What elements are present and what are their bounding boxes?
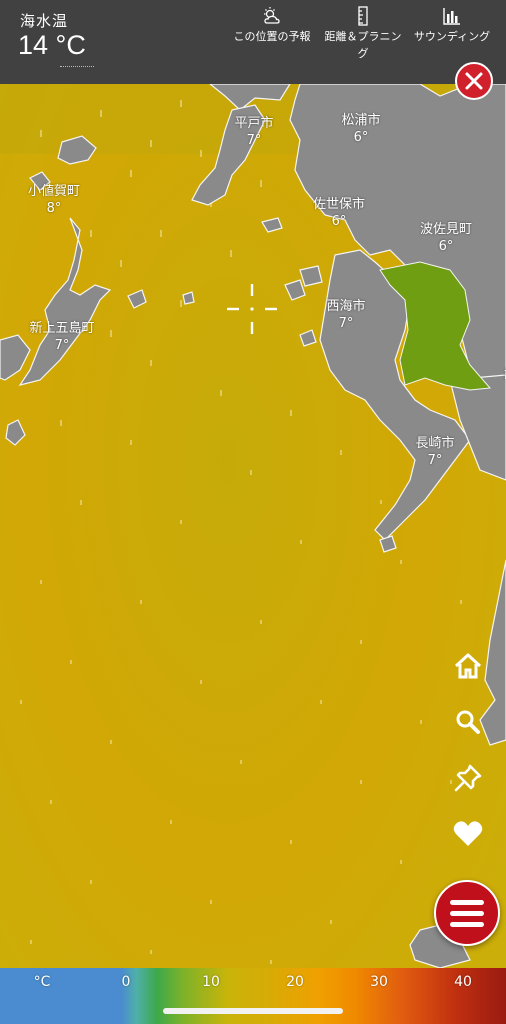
- layer-value-underline: [60, 66, 94, 67]
- city-name: 西海市: [326, 299, 366, 314]
- city-name: 平戸市: [234, 116, 274, 131]
- cloud-sun-icon: [264, 7, 280, 24]
- top-bar: 海水温 14 °C この位置の予報 距離＆プラニン グ サウンディング: [0, 0, 506, 84]
- city-temp: 6°: [353, 130, 369, 145]
- legend-tick: 30: [370, 974, 388, 990]
- sounding-tool-button[interactable]: サウンディング: [410, 6, 494, 45]
- hamburger-icon-line: [450, 910, 484, 916]
- search-icon: [456, 710, 480, 734]
- city-label-hasami[interactable]: 波佐見町 6°: [420, 221, 472, 255]
- pushpin-icon: [454, 764, 482, 792]
- ruler-icon: [358, 6, 368, 26]
- layer-name[interactable]: 海水温: [20, 10, 68, 31]
- legend-tick: 20: [286, 974, 304, 990]
- city-temp: 7°: [54, 338, 70, 353]
- close-button[interactable]: [455, 62, 493, 100]
- search-button[interactable]: [450, 704, 486, 740]
- city-temp: 6°: [438, 239, 454, 254]
- city-temp: 7°: [246, 133, 262, 148]
- city-label-saikai[interactable]: 西海市 7°: [326, 298, 365, 332]
- distance-tool-button[interactable]: 距離＆プラニン グ: [318, 6, 408, 62]
- hamburger-icon-line: [450, 899, 484, 905]
- city-name: 新上五島町: [29, 321, 95, 336]
- city-name: 松浦市: [341, 113, 381, 128]
- layer-value[interactable]: 14 °C: [18, 30, 86, 61]
- city-name: 長崎市: [415, 436, 455, 451]
- city-label-nagasaki[interactable]: 長崎市 7°: [415, 435, 454, 469]
- forecast-tool-button[interactable]: この位置の予報: [228, 6, 316, 45]
- color-legend[interactable]: °C 0 10 20 30 40: [0, 968, 506, 1024]
- city-temp: 6°: [331, 214, 347, 229]
- legend-tick: 0: [121, 974, 131, 990]
- sounding-tool-label: サウンディング: [413, 30, 491, 43]
- favorites-button[interactable]: [450, 816, 486, 852]
- bar-chart-icon: [443, 8, 460, 25]
- city-label-hirado[interactable]: 平戸市 7°: [234, 115, 273, 149]
- home-indicator[interactable]: [163, 1008, 343, 1014]
- city-label-matsuura[interactable]: 松浦市 6°: [341, 112, 380, 146]
- legend-unit: °C: [33, 974, 51, 990]
- city-label-shinkamigoto[interactable]: 新上五島町 7°: [29, 320, 94, 354]
- home-button[interactable]: [450, 648, 486, 684]
- city-label-sasebo[interactable]: 佐世保市 6°: [313, 196, 365, 230]
- city-name: 小値賀町: [27, 184, 81, 199]
- menu-button[interactable]: [434, 880, 500, 946]
- city-temp: 8°: [46, 201, 62, 216]
- legend-tick: 40: [454, 974, 472, 990]
- hamburger-icon-line: [450, 921, 484, 927]
- distance-tool-label: 距離＆プラニン グ: [324, 30, 402, 60]
- weather-map[interactable]: [0, 0, 506, 1024]
- city-label-ojika[interactable]: 小値賀町 8°: [28, 183, 80, 217]
- city-temp: 7°: [427, 453, 443, 468]
- pin-button[interactable]: [450, 760, 486, 796]
- home-icon: [454, 653, 482, 679]
- city-temp: 7°: [338, 316, 354, 331]
- close-icon: [465, 72, 483, 90]
- forecast-tool-label: この位置の予報: [233, 30, 311, 43]
- city-name: 佐世保市: [312, 197, 366, 212]
- legend-tick: 10: [202, 974, 220, 990]
- city-name: 波佐見町: [419, 222, 473, 237]
- heart-icon: [453, 821, 483, 846]
